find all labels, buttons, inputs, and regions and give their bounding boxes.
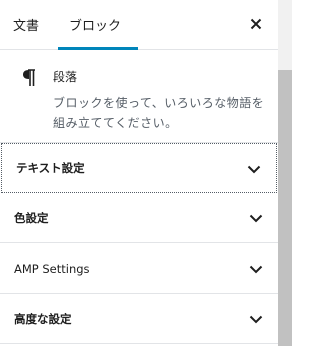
panel-text-settings-label: テキスト設定 <box>16 161 85 175</box>
pilcrow-icon <box>18 67 40 89</box>
chevron-down-icon <box>246 161 262 177</box>
scrollbar-thumb[interactable] <box>278 70 292 346</box>
panel-color-settings[interactable]: 色設定 <box>0 193 278 243</box>
panel-advanced-settings[interactable]: 高度な設定 <box>0 294 278 344</box>
panel-advanced-settings-label: 高度な設定 <box>14 311 72 326</box>
chevron-down-icon <box>248 210 264 226</box>
sidebar-tabs: 文書 ブロック <box>0 0 278 50</box>
tab-block[interactable]: ブロック <box>52 0 138 50</box>
chevron-down-icon <box>248 261 264 277</box>
block-settings-sidebar: 文書 ブロック 段落 ブロックを使って、いろいろな物語を組み立ててください。 テ… <box>0 0 292 346</box>
close-button[interactable] <box>244 12 268 36</box>
tab-block-label: ブロック <box>68 19 121 34</box>
panel-amp-settings[interactable]: AMP Settings <box>0 244 278 294</box>
block-description: ブロックを使って、いろいろな物語を組み立ててください。 <box>53 96 265 130</box>
panel-amp-settings-label: AMP Settings <box>14 261 90 276</box>
close-icon <box>250 18 262 30</box>
block-card: 段落 ブロックを使って、いろいろな物語を組み立ててください。 <box>0 50 278 143</box>
block-title: 段落 <box>53 70 78 84</box>
chevron-down-icon <box>248 311 264 327</box>
panel-color-settings-label: 色設定 <box>14 210 49 225</box>
tab-document-label: 文書 <box>12 19 39 34</box>
panel-text-settings[interactable]: テキスト設定 <box>1 143 277 193</box>
tab-document[interactable]: 文書 <box>0 0 52 49</box>
